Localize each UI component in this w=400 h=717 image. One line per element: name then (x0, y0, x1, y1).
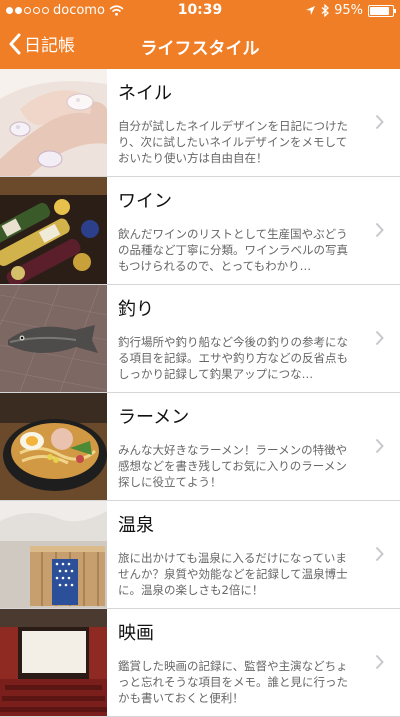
list-item-onsen[interactable]: 温泉 旅に出かけても温泉に入るだけになっていませんか？泉質や効能などを記録して温… (0, 501, 400, 609)
ramen-thumbnail (0, 393, 107, 500)
item-description: 自分が試したネイルデザインを日記につけたり、次に試したいネイルデザインをメモして… (118, 119, 348, 165)
item-title: ワイン (118, 191, 172, 212)
item-title: 釣り (118, 299, 154, 320)
chevron-right-icon (375, 114, 384, 130)
page-title: ライフスタイル (140, 39, 260, 59)
lifestyle-list: ネイル 自分が試したネイルデザインを日記につけたり、次に試したいネイルデザインを… (0, 69, 400, 717)
item-description: みんな大好きなラーメン！ラーメンの特徴や感想などを書き残してお気に入りのラーメン… (118, 443, 348, 489)
navigation-bar: 日記帳 ライフスタイル (0, 22, 400, 69)
list-item-ramen[interactable]: ラーメン みんな大好きなラーメン！ラーメンの特徴や感想などを書き残してお気に入り… (0, 393, 400, 501)
item-title: 映画 (118, 623, 154, 644)
wine-thumbnail (0, 177, 107, 284)
list-item-wine[interactable]: ワイン 飲んだワインのリストとして生産国やぶどうの品種など丁寧に分類。ワインラベ… (0, 177, 400, 285)
item-description: 飲んだワインのリストとして生産国やぶどうの品種など丁寧に分類。ワインラベルの写真… (118, 227, 348, 273)
item-title: ネイル (118, 83, 172, 104)
cinema-thumbnail (0, 609, 107, 716)
status-bar: docomo 10:39 95% (0, 0, 400, 22)
location-icon (306, 6, 316, 15)
onsen-thumbnail (0, 501, 107, 608)
list-item-nail[interactable]: ネイル 自分が試したネイルデザインを日記につけたり、次に試したいネイルデザインを… (0, 69, 400, 177)
item-description: 鑑賞した映画の記録に、監督や主演などちょっと忘れそうな項目をメモ。誰と見に行った… (118, 659, 348, 705)
nail-thumbnail (0, 69, 107, 176)
item-description: 旅に出かけても温泉に入るだけになっていませんか？泉質や効能などを記録して温泉博士… (118, 551, 348, 597)
item-description: 釣行場所や釣り船など今後の釣りの参考になる項目を記録。エサや釣り方などの反省点も… (118, 335, 348, 381)
chevron-right-icon (375, 222, 384, 238)
chevron-right-icon (375, 330, 384, 346)
battery-icon (368, 4, 396, 17)
list-item-cinema[interactable]: 映画 鑑賞した映画の記録に、監督や主演などちょっと忘れそうな項目をメモ。誰と見に… (0, 609, 400, 717)
bluetooth-icon (321, 4, 330, 17)
list-item-fishing[interactable]: 釣り 釣行場所や釣り船など今後の釣りの参考になる項目を記録。エサや釣り方などの反… (0, 285, 400, 393)
item-title: ラーメン (118, 407, 190, 428)
fish-thumbnail (0, 285, 107, 392)
chevron-right-icon (375, 546, 384, 562)
battery-percent: 95% (334, 3, 363, 18)
header-bar: docomo 10:39 95% 日記帳 ライフスタイル (0, 0, 400, 69)
chevron-right-icon (375, 438, 384, 454)
chevron-right-icon (375, 654, 384, 670)
item-title: 温泉 (118, 515, 154, 536)
